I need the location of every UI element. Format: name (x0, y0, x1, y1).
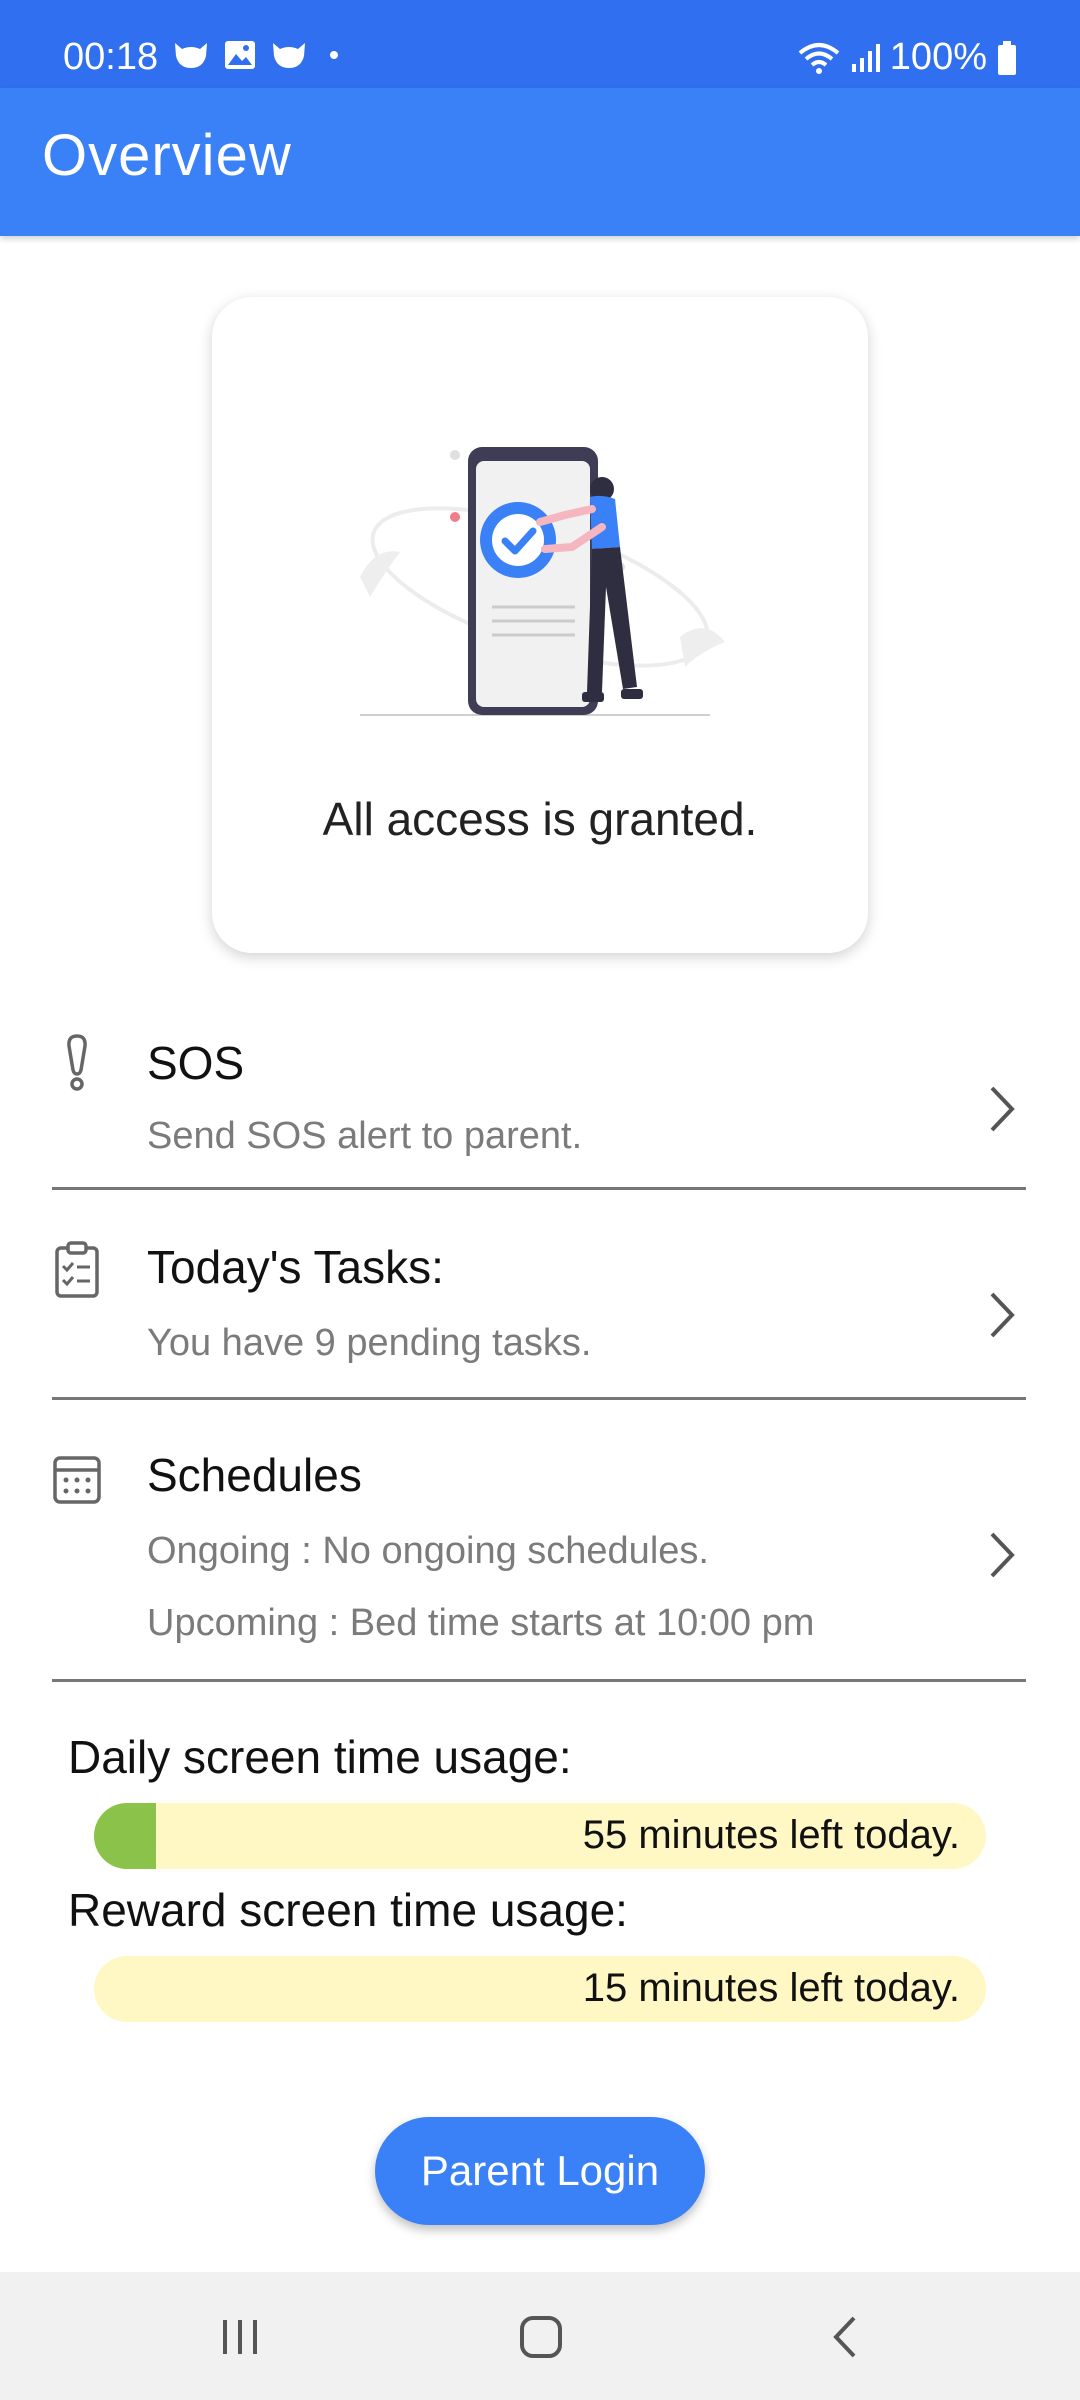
exclamation-icon (67, 1034, 87, 1091)
daily-usage-fill (94, 1803, 157, 1869)
notification-icons (172, 40, 338, 70)
more-notifications-dot (330, 51, 338, 59)
system-nav-bar (0, 2272, 1080, 2400)
chevron-right-icon-2 (990, 1292, 1015, 1338)
todays-tasks-row[interactable]: Today's Tasks: You have 9 pending tasks. (52, 1190, 1026, 1400)
schedules-upcoming: Upcoming : Bed time starts at 10:00 pm (147, 1602, 815, 1644)
tasks-title: Today's Tasks: (147, 1241, 444, 1293)
daily-usage-bar: 55 minutes left today. (94, 1803, 986, 1869)
clipboard-icon (55, 1241, 99, 1298)
reward-usage-bar: 15 minutes left today. (94, 1956, 986, 2022)
cat-notification-icon (175, 43, 207, 68)
reward-usage-text: 15 minutes left today. (582, 1966, 960, 2010)
tasks-subtitle: You have 9 pending tasks. (147, 1322, 592, 1364)
home-icon[interactable] (506, 2302, 576, 2372)
access-status-card: All access is granted. (212, 297, 868, 953)
schedules-ongoing: Ongoing : No ongoing schedules. (147, 1530, 709, 1572)
sos-subtitle: Send SOS alert to parent. (147, 1115, 583, 1157)
status-right: 100% (798, 36, 1017, 79)
parent-login-button[interactable]: Parent Login (375, 2117, 705, 2225)
back-icon[interactable] (810, 2302, 880, 2372)
recents-icon[interactable] (205, 2302, 275, 2372)
app-bar: Overview (0, 88, 1080, 236)
status-time: 00:18 (63, 36, 159, 78)
battery-percent: 100% (889, 36, 987, 78)
page-title: Overview (42, 123, 292, 188)
chevron-right-icon-3 (990, 1532, 1015, 1578)
sos-title: SOS (147, 1037, 245, 1089)
daily-usage-text: 55 minutes left today. (582, 1813, 960, 1857)
daily-usage-label: Daily screen time usage: (68, 1731, 572, 1783)
access-granted-illustration (360, 447, 725, 716)
status-bar: 00:18 100% (0, 0, 1080, 88)
reward-usage-label: Reward screen time usage: (68, 1884, 628, 1936)
calendar-icon (53, 1456, 101, 1504)
image-notification-icon (225, 41, 255, 69)
schedules-row[interactable]: Schedules Ongoing : No ongoing schedules… (52, 1400, 1026, 1682)
sos-row[interactable]: SOS Send SOS alert to parent. (52, 1028, 1026, 1190)
chevron-right-icon (990, 1086, 1015, 1132)
signal-icon (851, 43, 880, 72)
battery-icon (998, 40, 1016, 75)
wifi-icon (798, 42, 840, 74)
schedules-title: Schedules (147, 1449, 362, 1501)
cat-notification-icon-2 (273, 43, 305, 68)
access-status-message: All access is granted. (322, 793, 758, 845)
